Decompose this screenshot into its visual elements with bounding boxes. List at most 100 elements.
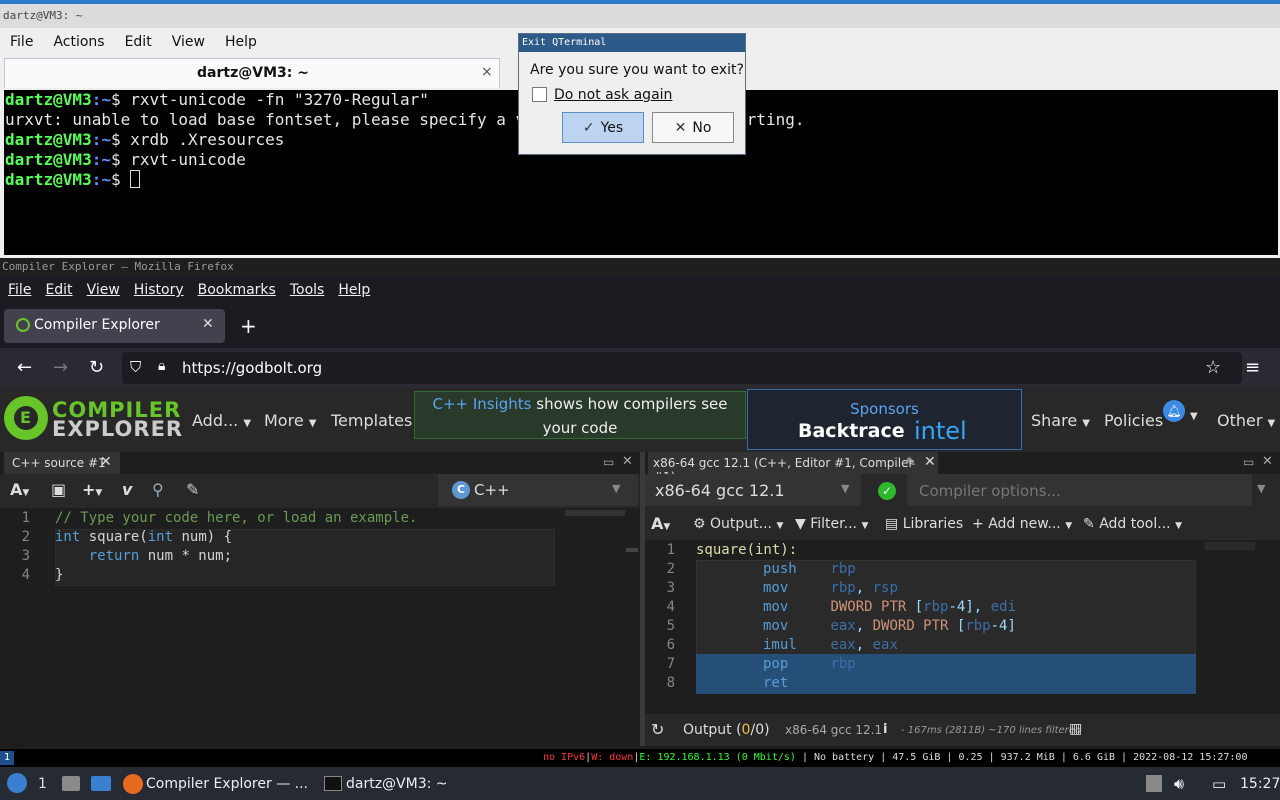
close-icon[interactable]: ✕ <box>924 454 936 470</box>
save-icon[interactable]: ▣ <box>51 480 66 499</box>
menu-file[interactable]: File <box>0 282 37 298</box>
menu-bookmarks[interactable]: Bookmarks <box>190 282 282 298</box>
back-icon[interactable]: ← <box>17 357 32 378</box>
menu-edit[interactable]: Edit <box>115 34 162 50</box>
libraries-label: Libraries <box>902 516 964 532</box>
workspace-indicator[interactable]: 1 <box>0 751 14 765</box>
lock-icon[interactable]: 🔒︎ <box>158 358 165 374</box>
bookmark-star-icon[interactable]: ☆ <box>1205 357 1221 378</box>
cpp-insights-banner[interactable]: C++ Insights shows how compilers see you… <box>414 391 746 439</box>
sponsors-box[interactable]: Sponsors Backtrace intel <box>747 389 1022 450</box>
check-circle-icon[interactable]: ✓ <box>878 482 896 500</box>
other-menu[interactable]: Other ▼ <box>1217 411 1275 430</box>
refresh-icon[interactable]: ↻ <box>651 720 664 739</box>
other-label: Other <box>1217 411 1263 430</box>
caret-down-icon[interactable]: ▼ <box>1190 411 1198 422</box>
policies-menu[interactable]: Policies <box>1104 411 1163 430</box>
menu-view[interactable]: View <box>79 282 126 298</box>
menu-tools[interactable]: Tools <box>282 282 331 298</box>
line-number: 7 <box>666 656 675 672</box>
search-icon[interactable]: ⚲ <box>152 480 164 499</box>
ce-logo-icon[interactable]: E <box>4 396 48 440</box>
add-tool-menu[interactable]: ✎ Add tool... ▼ <box>1083 516 1182 532</box>
tab-compiler-explorer[interactable]: Compiler Explorer ✕ <box>4 309 225 343</box>
templates-link[interactable]: Templates <box>331 411 412 430</box>
add-new-menu[interactable]: + Add new... ▼ <box>972 516 1072 532</box>
magic-icon[interactable]: ✎ <box>186 480 199 499</box>
share-menu[interactable]: Share ▼ <box>1031 411 1090 430</box>
logo-word-explorer[interactable]: EXPLORER <box>52 417 183 441</box>
menu-help[interactable]: Help <box>215 34 267 50</box>
menu-view[interactable]: View <box>162 34 215 50</box>
backtrace-logo[interactable]: Backtrace <box>798 420 905 442</box>
minimap[interactable] <box>565 510 625 516</box>
filter-menu[interactable]: ▼ Filter... ▼ <box>795 516 868 532</box>
forward-icon[interactable]: → <box>53 357 68 378</box>
task-firefox[interactable]: Compiler Explorer — ... <box>146 776 308 792</box>
close-icon[interactable]: ✕ <box>100 454 112 470</box>
menu-actions[interactable]: Actions <box>43 34 114 50</box>
wifi-status: W: down <box>591 752 634 763</box>
clipboard-icon[interactable] <box>1146 775 1162 792</box>
source-tabbar: C++ source #1 ✕ ▭ ✕ <box>0 452 640 474</box>
volume-icon[interactable]: 🔊︎ <box>1174 774 1184 794</box>
bell-icon[interactable]: 🔔︎ <box>1163 400 1185 422</box>
workspace-switcher[interactable]: 1 <box>38 776 47 792</box>
language-select[interactable]: C C++ ▼ <box>438 474 638 506</box>
tab-compiler[interactable]: x86-64 gcc 12.1 (C++, Editor #1, Compile… <box>648 452 938 484</box>
menu-file[interactable]: File <box>0 34 43 50</box>
close-icon[interactable]: ✕ <box>622 454 633 469</box>
output-menu[interactable]: ⚙ Output... ▼ <box>693 516 783 532</box>
compiler-options-input[interactable]: Compiler options... <box>907 474 1252 506</box>
close-icon[interactable]: ✕ <box>202 316 214 332</box>
asm-line: square(int): <box>696 542 798 558</box>
ipv6-status: no IPv6 <box>543 752 586 763</box>
more-menu[interactable]: More ▼ <box>264 411 316 430</box>
vim-icon[interactable]: v <box>122 480 132 499</box>
font-size-icon[interactable]: A▼ <box>10 480 29 499</box>
info-icon[interactable]: i <box>883 722 887 737</box>
yes-button[interactable]: ✓ Yes <box>562 112 644 143</box>
font-size-icon[interactable]: A▼ <box>651 514 670 533</box>
hamburger-menu-icon[interactable]: ≡ <box>1245 357 1260 378</box>
add-icon[interactable]: +▼ <box>82 480 102 499</box>
edit-icon[interactable]: ✎ <box>906 455 916 469</box>
no-button[interactable]: ✕ No <box>652 112 734 143</box>
close-icon[interactable]: × <box>481 64 493 80</box>
minimap[interactable] <box>1205 542 1255 550</box>
clock[interactable]: 15:27 <box>1240 776 1280 792</box>
task-terminal[interactable]: dartz@VM3: ~ <box>346 776 448 792</box>
libraries-button[interactable]: ▤ Libraries <box>885 516 963 532</box>
menu-history[interactable]: History <box>126 282 190 298</box>
line-number: 4 <box>21 567 30 583</box>
close-icon[interactable]: ✕ <box>1262 454 1273 469</box>
insights-link[interactable]: C++ Insights <box>432 395 531 413</box>
do-not-ask-checkbox[interactable] <box>532 87 547 102</box>
maximize-icon[interactable]: ▭ <box>603 455 614 469</box>
reload-icon[interactable]: ↻ <box>89 357 104 378</box>
source-editor[interactable]: 1 2 3 4 // Type your code here, or load … <box>0 508 640 746</box>
assembly-output[interactable]: 1 2 3 4 5 6 7 8 square(int): push rbp mo… <box>645 540 1280 714</box>
show-desktop-icon[interactable] <box>91 776 111 791</box>
menu-edit[interactable]: Edit <box>37 282 78 298</box>
url-bar[interactable]: ⛉ 🔒︎ https://godbolt.org <box>122 352 1242 384</box>
menu-help[interactable]: Help <box>330 282 376 298</box>
notification-icon[interactable]: ▭ <box>1212 775 1226 793</box>
compiler-select[interactable]: x86-64 gcc 12.1 ▼ <box>645 474 861 506</box>
asm-line: mov rbp, rsp <box>763 580 898 596</box>
app-menu-icon[interactable] <box>7 773 27 793</box>
add-menu[interactable]: Add... ▼ <box>192 411 251 430</box>
intel-logo[interactable]: intel <box>914 417 967 445</box>
bar-chart-icon[interactable]: ▥ <box>1069 721 1082 737</box>
file-manager-icon[interactable] <box>62 776 80 791</box>
do-not-ask-label[interactable]: Do not ask again <box>554 87 672 103</box>
maximize-icon[interactable]: ▭ <box>1243 455 1254 469</box>
url-text[interactable]: https://godbolt.org <box>182 359 322 377</box>
terminal-tab[interactable]: dartz@VM3: ~ × <box>4 58 500 88</box>
new-tab-icon[interactable]: + <box>240 314 257 338</box>
scrollbar[interactable] <box>626 548 638 552</box>
tab-cpp-source[interactable]: C++ source #1 ✕ <box>4 452 120 474</box>
shield-icon[interactable]: ⛉ <box>130 358 141 376</box>
chevron-down-icon[interactable]: ▼ <box>1257 482 1265 495</box>
output-button[interactable]: Output (0/0) <box>683 722 770 738</box>
